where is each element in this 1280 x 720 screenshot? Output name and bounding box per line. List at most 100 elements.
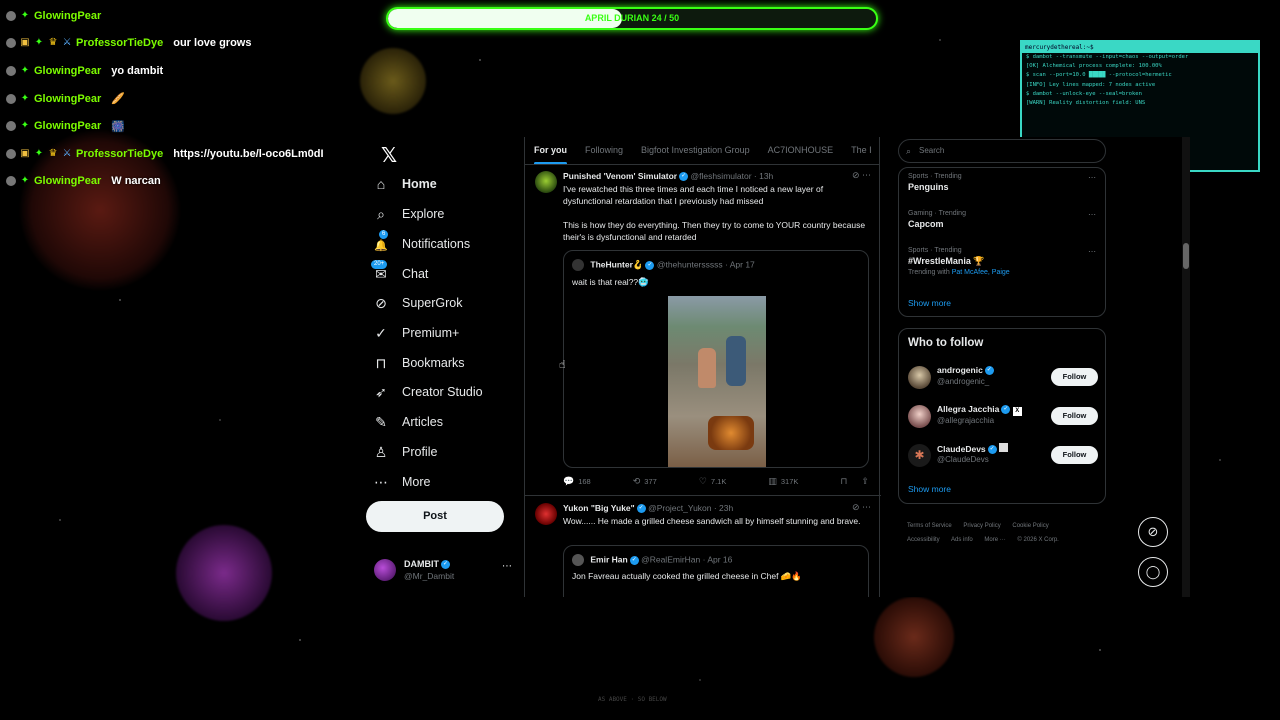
badge-icon — [6, 65, 16, 76]
gem-icon: ✦ — [34, 147, 44, 159]
trend-related-links[interactable]: Pat McAfee, Paige — [952, 269, 1010, 276]
chat-username[interactable]: GlowingPear — [34, 93, 101, 105]
quote-author-name[interactable]: Emir Han — [590, 554, 627, 564]
quote-author-handle[interactable]: @thehuntersssss · Apr 17 — [657, 259, 755, 269]
avatar[interactable] — [535, 503, 557, 525]
verified-icon: ✓ — [1001, 405, 1011, 415]
nav-item-premium[interactable]: ✓ Premium+ — [372, 319, 459, 347]
tweet-author-name[interactable]: Yukon "Big Yuke" — [563, 503, 635, 513]
trend-item[interactable]: Gaming · Trending Capcom ⋯ — [908, 210, 1096, 229]
chat-text[interactable]: https://youtu.be/l-oco6Lm0dI — [173, 148, 323, 160]
chat-username[interactable]: ProfessorTieDye — [76, 148, 163, 160]
follow-button[interactable]: Follow — [1051, 446, 1098, 464]
nav-item-explore[interactable]: ⌕ Explore — [372, 200, 444, 228]
chat-text: 🥖 — [111, 93, 125, 106]
scrollbar[interactable] — [1182, 137, 1190, 597]
grok-float-icon[interactable]: ⊘ — [1138, 517, 1168, 547]
grok-icon[interactable]: ⊘ — [852, 170, 860, 180]
more-dots-icon[interactable]: ⋯ — [1088, 247, 1096, 256]
who-to-follow-show-more-link[interactable]: Show more — [908, 484, 951, 494]
tab-bigfoot-investigation-group[interactable]: Bigfoot Investigation Group — [632, 137, 759, 164]
more-dots-icon[interactable]: ⋯ — [502, 561, 512, 572]
post-button[interactable]: Post — [366, 501, 504, 532]
account-switcher[interactable]: DAMBIT ✓ @Mr_Dambit ⋯ — [374, 557, 516, 587]
quote-author-handle[interactable]: @RealEmirHan · Apr 16 — [641, 554, 732, 564]
tab-the-i[interactable]: The I — [842, 137, 879, 164]
follow-button[interactable]: Follow — [1051, 368, 1098, 386]
nav-item-more[interactable]: ⋯ More — [372, 468, 430, 496]
tweet-author-name[interactable]: Punished 'Venom' Simulator — [563, 171, 677, 181]
footer-link[interactable]: Accessibility — [907, 537, 940, 543]
share-icon[interactable]: ⇪ — [861, 476, 869, 487]
avatar — [572, 259, 584, 271]
scrollbar-thumb[interactable] — [1183, 243, 1189, 269]
footer-link[interactable]: Cookie Policy — [1012, 523, 1048, 529]
bookmark-icon[interactable]: ⊓ — [840, 476, 847, 487]
tweet-author-handle[interactable]: @Project_Yukon · 23h — [648, 503, 733, 513]
chat-message: ✦ GlowingPear W narcan — [6, 168, 366, 196]
goal-progress-bar: APRIL DURIAN 24 / 50 — [386, 7, 878, 30]
left-nav: 𝕏 ⌂ Home ⌕ Explore 🔔 6 Notifications ✉ 2… — [366, 137, 516, 597]
footer-link[interactable]: Privacy Policy — [963, 523, 1000, 529]
video-thumbnail[interactable] — [668, 296, 766, 467]
follow-suggestion[interactable]: Allegra Jacchia ✓ X @allegrajacchia Follo… — [908, 403, 1098, 429]
nav-item-chat[interactable]: ✉ 20+ Chat — [370, 259, 428, 288]
nav-item-creator-studio[interactable]: ➶ Creator Studio — [372, 378, 482, 406]
chat-username[interactable]: GlowingPear — [34, 10, 101, 22]
follow-suggestion[interactable]: ✱ ClaudeDevs ✓ @ClaudeDevs Follow — [908, 442, 1098, 468]
chat-username[interactable]: ProfessorTieDye — [76, 37, 163, 49]
chat-username[interactable]: GlowingPear — [34, 175, 101, 187]
tweet-author-handle[interactable]: @fleshsimulator · 13h — [690, 171, 773, 181]
repost-count: 377 — [644, 477, 657, 486]
x-logo-icon[interactable]: 𝕏 — [374, 142, 404, 170]
more-dots-icon[interactable]: ⋯ — [1088, 210, 1096, 219]
reply-button[interactable]: 💬 168 — [563, 476, 591, 487]
tab-following[interactable]: Following — [576, 137, 632, 164]
tweet[interactable]: Punished 'Venom' Simulator ✓ @fleshsimula… — [525, 166, 881, 496]
quoted-tweet[interactable]: Emir Han ✓ @RealEmirHan · Apr 16 Jon Favr… — [563, 545, 869, 597]
chat-message: ✦ GlowingPear yo dambit — [6, 57, 366, 85]
trend-item[interactable]: Sports · Trending Penguins ⋯ — [908, 173, 1096, 192]
nav-item-notifications[interactable]: 🔔 6 Notifications — [372, 229, 470, 258]
nav-item-supergrok[interactable]: ⊘ SuperGrok — [372, 289, 462, 317]
tab-ac7ionhouse[interactable]: AC7IONHOUSE — [759, 137, 843, 164]
x-affiliate-icon: X — [1012, 407, 1022, 416]
footer-link[interactable]: Terms of Service — [907, 523, 952, 529]
avatar[interactable] — [908, 366, 931, 389]
search-input[interactable]: ⌕ Search — [898, 139, 1106, 163]
follow-button[interactable]: Follow — [1051, 407, 1098, 425]
chat-text: yo dambit — [111, 64, 164, 77]
chat-message: ✦ GlowingPear 🎆 — [6, 112, 366, 140]
more-dots-icon[interactable]: ⋯ — [1088, 173, 1096, 182]
grok-icon[interactable]: ⊘ — [852, 502, 860, 512]
tab-for-you[interactable]: For you — [525, 137, 576, 164]
follow-suggestion[interactable]: androgenic ✓ @androgenic_ Follow — [908, 364, 1098, 390]
verified-icon: ✓ — [636, 504, 646, 514]
footer-link[interactable]: Ads info — [951, 537, 973, 543]
avatar[interactable] — [908, 405, 931, 428]
messages-float-icon[interactable]: ◯ — [1138, 557, 1168, 587]
nav-item-home[interactable]: ⌂ Home — [372, 170, 437, 198]
chat-username[interactable]: GlowingPear — [34, 65, 101, 77]
like-button[interactable]: ♡ 7.1K — [699, 476, 727, 487]
nav-item-articles[interactable]: ✎ Articles — [372, 408, 443, 436]
chat-username[interactable]: GlowingPear — [34, 120, 101, 132]
quoted-tweet[interactable]: TheHunter🪝 ✓ @thehuntersssss · Apr 17 wai… — [563, 250, 869, 468]
avatar[interactable]: ✱ — [908, 444, 931, 467]
quote-author-name[interactable]: TheHunter🪝 — [590, 259, 643, 269]
nav-item-bookmarks[interactable]: ⊓ Bookmarks — [372, 349, 465, 377]
terminal-line: $ dambot --unlock-eye --seal=broken — [1026, 90, 1142, 97]
footer-link[interactable]: More ··· — [984, 537, 1005, 543]
views-button[interactable]: ▥ 317K — [768, 476, 798, 487]
avatar[interactable] — [535, 171, 557, 193]
chat-text: 🎆 — [111, 120, 125, 133]
trends-show-more-link[interactable]: Show more — [908, 298, 951, 308]
tweet[interactable]: Yukon "Big Yuke" ✓ @Project_Yukon · 23h ⊘… — [525, 497, 881, 597]
terminal-line: $ scan --port=10.0 █████ --protocol=herm… — [1026, 72, 1172, 79]
more-dots-icon[interactable]: ⋯ — [862, 502, 871, 512]
trend-item[interactable]: Sports · Trending #WrestleMania 🏆 Trendi… — [908, 247, 1096, 276]
verified-icon: ✓ — [679, 172, 689, 182]
repost-button[interactable]: ⟲ 377 — [633, 476, 657, 487]
more-dots-icon[interactable]: ⋯ — [862, 170, 871, 180]
nav-item-profile[interactable]: ♙ Profile — [372, 438, 438, 466]
